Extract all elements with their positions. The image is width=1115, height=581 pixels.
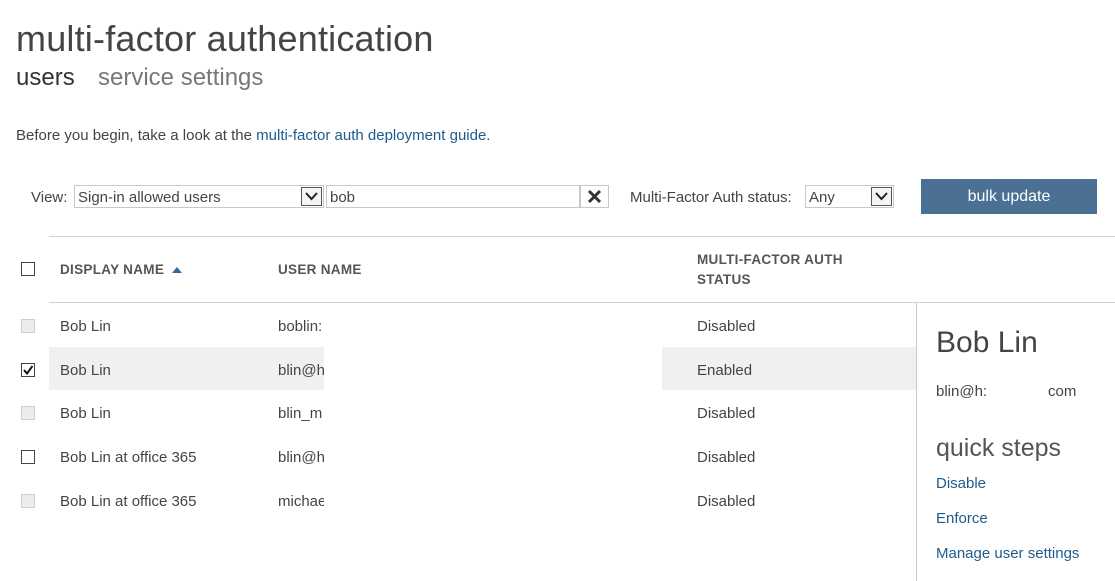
status-cell: Disabled [697,405,756,422]
mfa-status-select[interactable]: Any [805,185,894,208]
display-name-cell: Bob Lin at office 365 [60,449,197,466]
user-name-cell: michae [278,493,324,510]
divider [49,236,1115,237]
search-input[interactable]: bob [326,185,580,208]
chevron-down-icon[interactable] [301,187,322,206]
manage-user-settings-link[interactable]: Manage user settings [936,545,1079,562]
sort-ascending-icon [172,267,183,274]
deployment-guide-link[interactable]: multi-factor auth deployment guide. [256,127,490,144]
display-name-cell: Bob Lin [60,405,111,422]
column-header-display-name[interactable]: DISPLAY NAME [60,262,183,277]
tab-users[interactable]: users [16,64,75,92]
intro-text-prefix: Before you begin, take a look at the [16,127,257,144]
mfa-status-label: Multi-Factor Auth status: [630,189,792,206]
checkmark-icon [23,365,33,375]
display-name-cell: Bob Lin [60,318,111,335]
bulk-update-button[interactable]: bulk update [921,179,1097,214]
status-cell: Disabled [697,318,756,335]
clear-search-button[interactable] [580,185,609,208]
view-select[interactable]: Sign-in allowed users [74,185,324,208]
detail-user-email-domain: com [1048,383,1077,400]
user-name-cell: boblin: [278,318,323,335]
row-checkbox[interactable] [21,406,35,420]
column-header-mfa-status-line2[interactable]: STATUS [697,272,751,287]
column-header-mfa-status-line1[interactable]: MULTI-FACTOR AUTH [697,252,843,267]
enforce-link[interactable]: Enforce [936,510,988,527]
column-header-user-name[interactable]: USER NAME [278,262,362,277]
status-cell: Disabled [697,449,756,466]
display-name-cell: Bob Lin at office 365 [60,493,197,510]
detail-user-name: Bob Lin [936,326,1038,359]
detail-user-email: blin@h: [936,383,988,400]
quick-steps-title: quick steps [936,434,1062,462]
view-select-value: Sign-in allowed users [78,189,221,206]
intro-text: Before you begin, take a look at the mul… [16,127,490,144]
disable-link[interactable]: Disable [936,475,986,492]
close-icon [587,189,602,204]
tab-service-settings[interactable]: service settings [98,64,263,92]
user-name-cell: blin_m [278,405,323,422]
mfa-status-select-value: Any [809,189,835,206]
search-input-value: bob [330,189,356,206]
status-cell: Enabled [697,362,753,379]
chevron-down-icon[interactable] [871,187,892,206]
page-title: multi-factor authentication [16,18,434,59]
status-cell: Disabled [697,493,756,510]
view-label: View: [31,189,68,206]
user-name-cell: blin@h [278,449,324,466]
display-name-cell: Bob Lin [60,362,111,379]
row-checkbox[interactable] [21,363,35,377]
column-header-label: DISPLAY NAME [60,262,165,277]
row-checkbox[interactable] [21,319,35,333]
user-name-cell: blin@h [278,362,324,379]
row-checkbox[interactable] [21,450,35,464]
row-checkbox[interactable] [21,494,35,508]
select-all-checkbox[interactable] [21,262,35,276]
